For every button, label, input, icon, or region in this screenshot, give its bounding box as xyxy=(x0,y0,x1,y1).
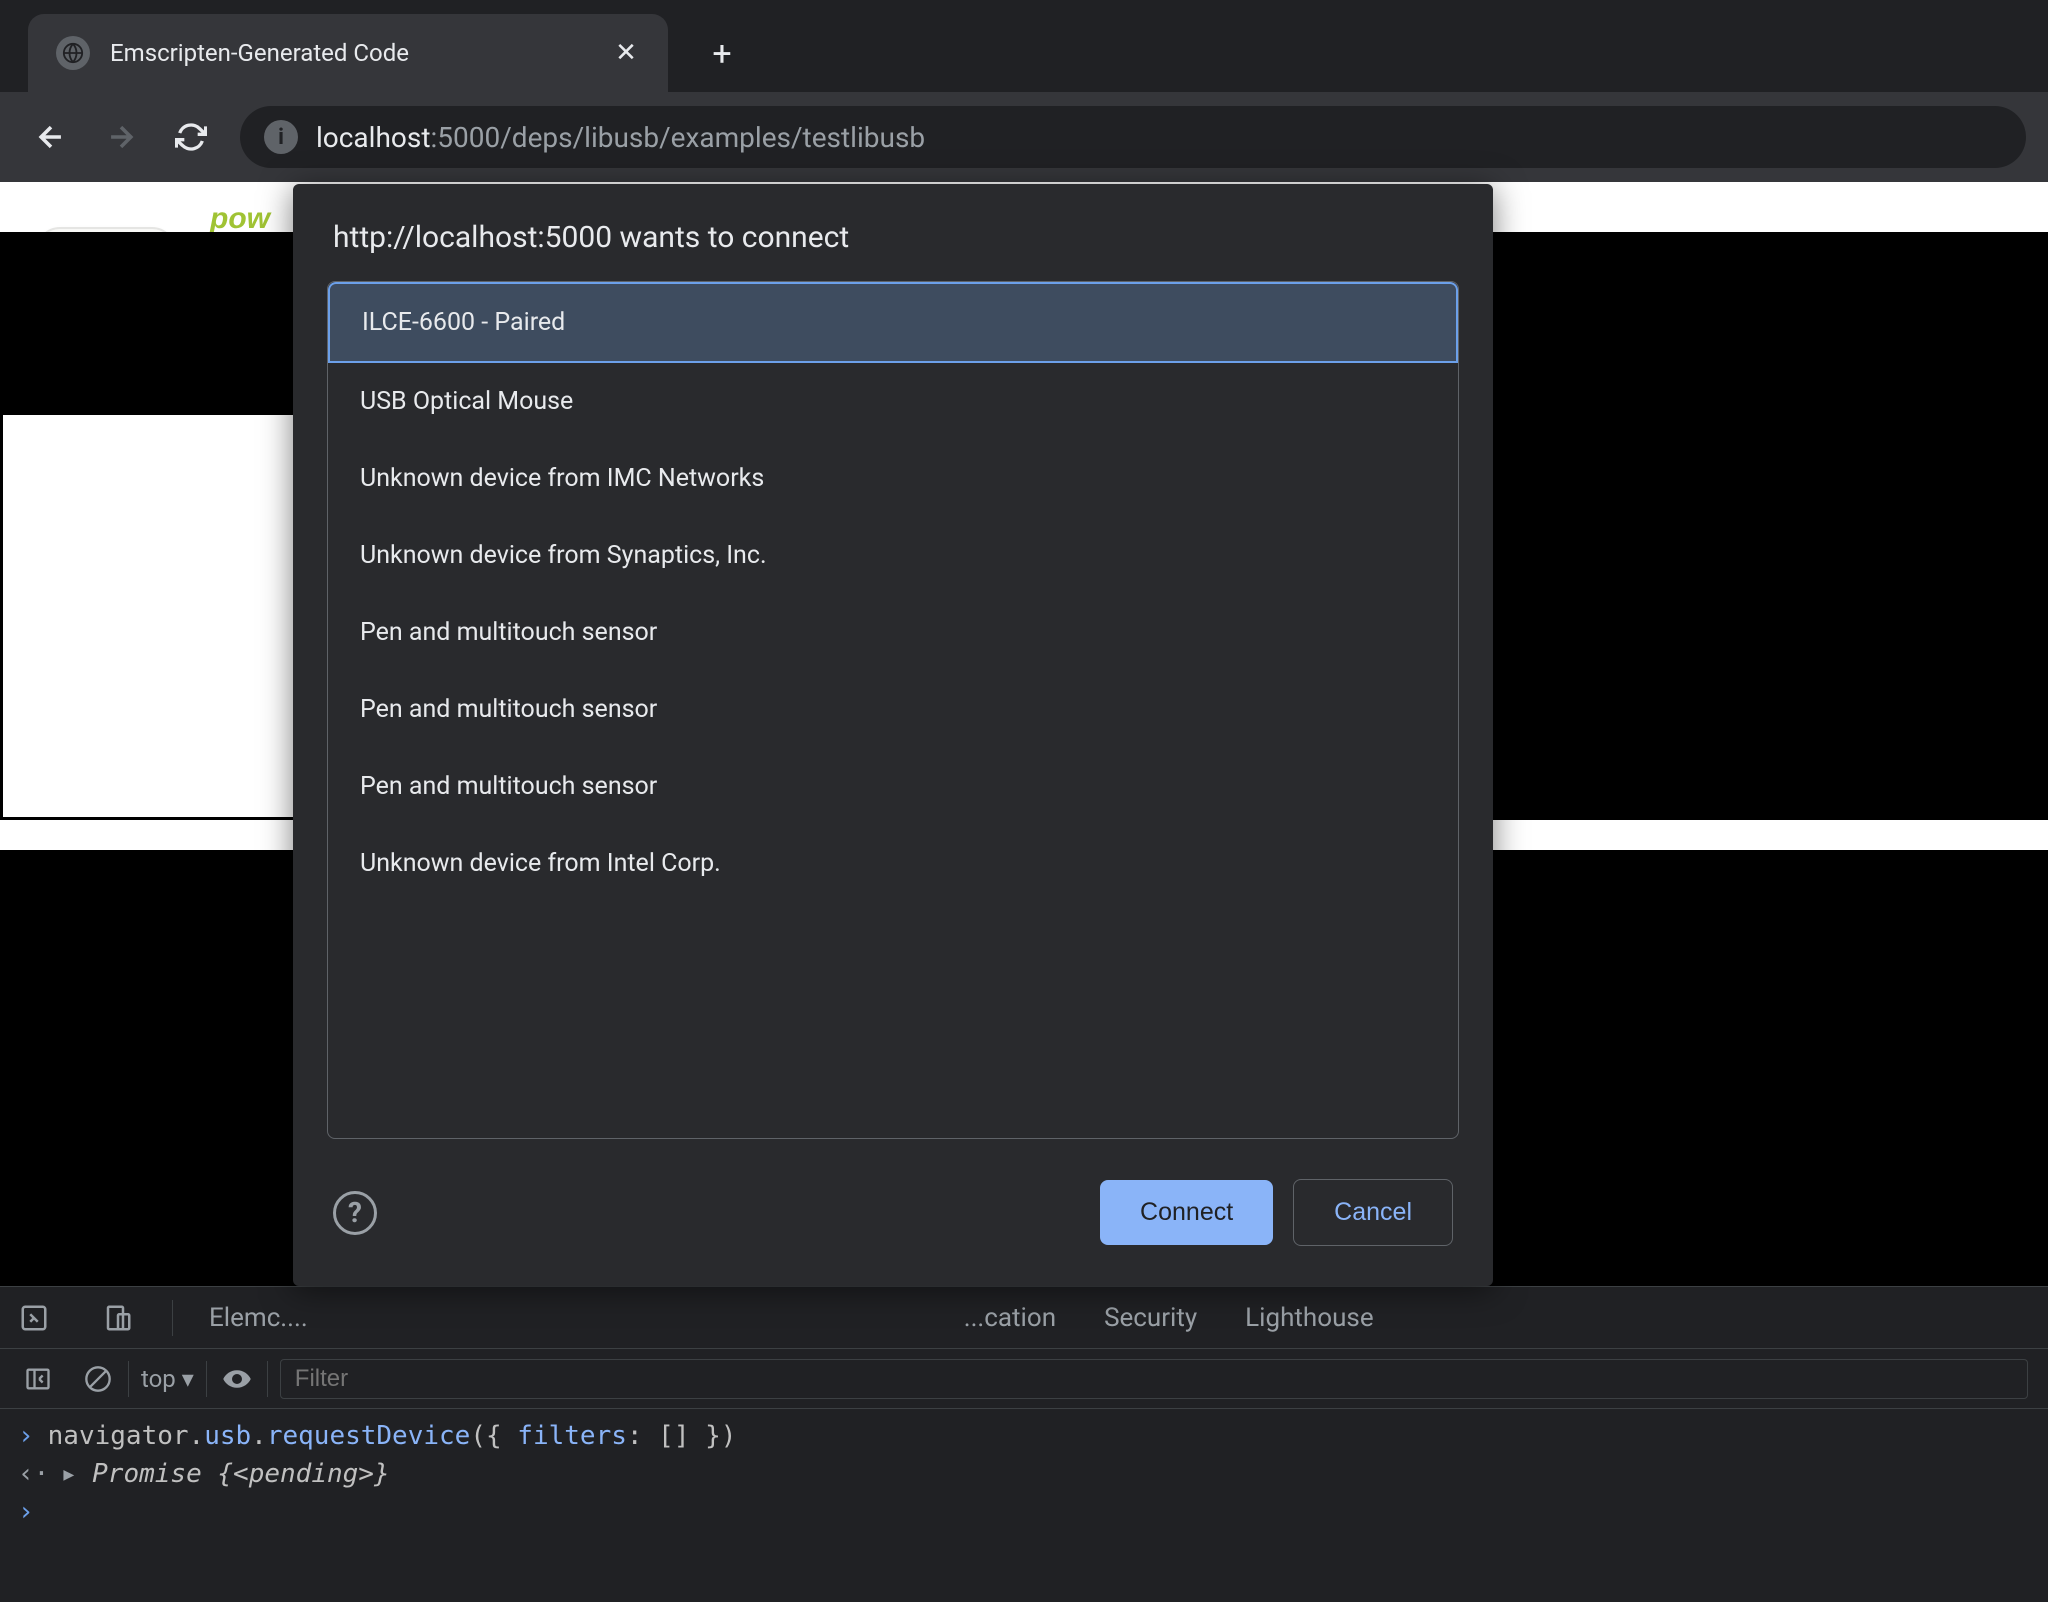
console-output-line[interactable]: ‹· ▶ Promise {<pending>} xyxy=(0,1455,2048,1493)
filter-input[interactable] xyxy=(280,1359,2028,1399)
new-tab-button[interactable]: + xyxy=(692,24,752,84)
eye-icon[interactable] xyxy=(219,1361,255,1397)
device-item[interactable]: Unknown device from IMC Networks xyxy=(328,440,1458,517)
globe-icon xyxy=(56,36,90,70)
device-item[interactable]: USB Optical Mouse xyxy=(328,363,1458,440)
console-toolbar: top ▾ xyxy=(0,1349,2048,1409)
prompt-out-icon: ‹· xyxy=(18,1459,49,1489)
info-icon[interactable]: i xyxy=(264,120,298,154)
dialog-title: http://localhost:5000 wants to connect xyxy=(293,184,1493,281)
device-item[interactable]: ILCE-6600 - Paired xyxy=(328,282,1458,363)
tab-elements[interactable]: Elemc.... xyxy=(209,1303,308,1333)
device-item[interactable]: Pen and multitouch sensor xyxy=(328,748,1458,825)
devtools-tabs: Elemc.... ...cation Security Lighthouse xyxy=(0,1287,2048,1349)
console-input-line[interactable]: › navigator.usb.requestDevice({ filters:… xyxy=(0,1417,2048,1455)
usb-device-dialog: http://localhost:5000 wants to connect I… xyxy=(293,184,1493,1286)
device-list: ILCE-6600 - Paired USB Optical Mouse Unk… xyxy=(327,281,1459,1139)
device-item[interactable]: Unknown device from Synaptics, Inc. xyxy=(328,517,1458,594)
prompt-in-icon: › xyxy=(18,1497,34,1527)
expand-icon[interactable]: ▶ xyxy=(63,1464,74,1485)
device-item[interactable]: Pen and multitouch sensor xyxy=(328,671,1458,748)
console-output: › navigator.usb.requestDevice({ filters:… xyxy=(0,1409,2048,1602)
browser-tab[interactable]: Emscripten-Generated Code ✕ xyxy=(28,14,668,92)
device-item[interactable]: Unknown device from Intel Corp. xyxy=(328,825,1458,902)
url-text: localhost:5000/deps/libusb/examples/test… xyxy=(316,121,925,154)
tab-application[interactable]: ...cation xyxy=(964,1303,1056,1333)
reload-button[interactable] xyxy=(162,108,220,166)
prompt-in-icon: › xyxy=(18,1421,34,1451)
canvas-left-panel xyxy=(0,412,298,820)
context-selector[interactable]: top ▾ xyxy=(141,1365,194,1393)
tab-title: Emscripten-Generated Code xyxy=(110,39,592,67)
console-prompt-line[interactable]: › xyxy=(0,1493,2048,1531)
toolbar: i localhost:5000/deps/libusb/examples/te… xyxy=(0,92,2048,182)
device-toggle-icon[interactable] xyxy=(100,1300,136,1336)
close-icon[interactable]: ✕ xyxy=(612,39,640,67)
back-button[interactable] xyxy=(22,108,80,166)
sidebar-toggle-icon[interactable] xyxy=(20,1361,56,1397)
connect-button[interactable]: Connect xyxy=(1100,1180,1273,1245)
help-icon[interactable]: ? xyxy=(333,1191,377,1235)
devtools-panel: Elemc.... ...cation Security Lighthouse … xyxy=(0,1286,2048,1602)
address-bar[interactable]: i localhost:5000/deps/libusb/examples/te… xyxy=(240,106,2026,168)
device-item[interactable]: Pen and multitouch sensor xyxy=(328,594,1458,671)
tab-strip: Emscripten-Generated Code ✕ + xyxy=(0,0,2048,92)
forward-button[interactable] xyxy=(92,108,150,166)
clear-console-icon[interactable] xyxy=(80,1361,116,1397)
tab-lighthouse[interactable]: Lighthouse xyxy=(1245,1303,1373,1333)
inspect-icon[interactable] xyxy=(16,1300,52,1336)
cancel-button[interactable]: Cancel xyxy=(1293,1179,1453,1246)
tab-security[interactable]: Security xyxy=(1104,1303,1197,1333)
